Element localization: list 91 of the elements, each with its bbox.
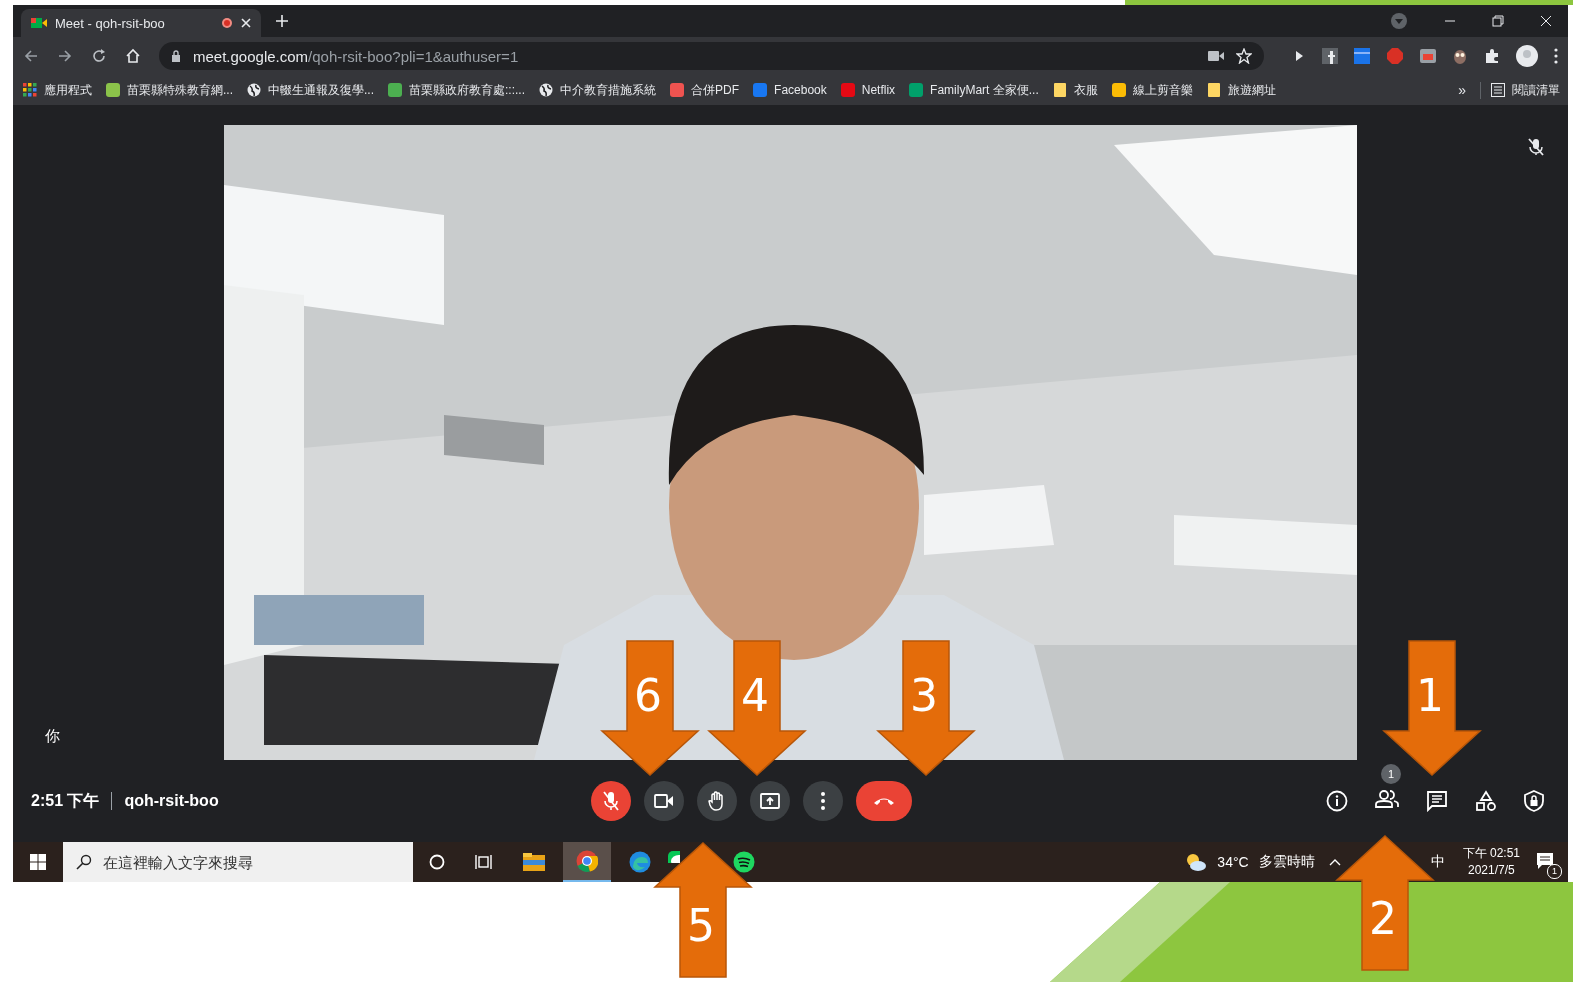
more-bookmarks-button[interactable]: » [1458, 82, 1466, 98]
taskbar-app[interactable] [563, 842, 611, 882]
folder-icon [1052, 82, 1067, 98]
present-screen-icon [760, 792, 780, 810]
mic-off-icon [1528, 138, 1544, 156]
temperature: 34°C [1217, 854, 1249, 870]
bookmark[interactable]: 旅遊網址 [1206, 81, 1276, 99]
browser-icon [576, 850, 598, 872]
menu-icon[interactable] [1554, 48, 1558, 64]
weather-icon[interactable] [1185, 853, 1208, 871]
callout-number: 3 [910, 670, 938, 721]
camera-button[interactable] [644, 781, 684, 821]
profile-icon[interactable] [1516, 45, 1538, 67]
browser-tab[interactable]: Meet - qoh-rsit-boo [21, 9, 261, 37]
clock-date[interactable]: 2021/7/5 [1467, 862, 1515, 879]
meeting-code: qoh-rsit-boo [124, 792, 219, 810]
bookmark[interactable]: 苗栗縣政府教育處:::... [388, 81, 526, 99]
shield-lock-icon[interactable] [1524, 790, 1544, 812]
puzzle-icon[interactable] [1484, 48, 1500, 64]
camera-icon[interactable] [1208, 50, 1224, 62]
input-method[interactable]: 中 [1430, 853, 1445, 871]
notification-count: 1 [1547, 863, 1562, 879]
chevron-up-icon[interactable] [1328, 858, 1341, 866]
shapes-icon[interactable] [1475, 790, 1497, 812]
chat-icon[interactable] [1426, 790, 1448, 812]
restore-icon[interactable] [1492, 15, 1504, 27]
bookmark[interactable]: Netflix [840, 83, 896, 97]
bookmark[interactable]: 線上剪音樂 [1111, 81, 1193, 99]
taskbar-search-field[interactable]: 在這裡輸入文字來搜尋 [63, 842, 413, 882]
reload-icon[interactable] [91, 48, 107, 64]
close-icon[interactable] [1540, 15, 1552, 27]
bookmark[interactable]: 合併PDF [670, 81, 740, 99]
globe-icon [539, 83, 554, 97]
callout-number: 6 [634, 670, 662, 721]
apps-grid-icon [23, 83, 37, 97]
leave-call-button[interactable] [856, 781, 912, 821]
folder-icon[interactable] [523, 853, 545, 871]
meeting-time: 2:51 下午 [31, 790, 100, 811]
more-options-button[interactable] [803, 781, 843, 821]
phone-hang-up-icon [873, 796, 895, 806]
callout-number: 5 [687, 900, 715, 951]
participant-count: 1 [1381, 764, 1401, 784]
home-icon[interactable] [125, 48, 141, 64]
clock-time[interactable]: 下午 02:51 [1462, 845, 1520, 862]
edge-icon[interactable] [629, 851, 651, 873]
raise-hand-button[interactable] [697, 781, 737, 821]
bookmark[interactable]: 苗栗縣特殊教育網... [106, 81, 233, 99]
globe-icon [247, 83, 261, 97]
video-camera-icon [654, 794, 674, 808]
owl-icon[interactable] [1452, 48, 1468, 64]
callout-number: 1 [1416, 670, 1444, 721]
bookmark[interactable]: 中輟生通報及復學... [247, 81, 375, 99]
weather-condition: 多雲時晴 [1258, 853, 1315, 871]
info-icon[interactable] [1326, 790, 1348, 812]
task-view-icon[interactable] [475, 854, 493, 870]
notification-icon[interactable] [1536, 851, 1554, 870]
tab-search-icon[interactable] [1390, 12, 1408, 30]
url-text: meet.google.com/qoh-rsit-boo?pli=1&authuser=1 [193, 47, 519, 65]
bookmark[interactable]: 應用程式 [23, 81, 92, 99]
lock-icon [171, 50, 181, 62]
close-icon[interactable] [241, 18, 251, 28]
list-icon [1491, 83, 1505, 97]
extension-icon[interactable] [1386, 47, 1404, 65]
tab-title: Meet - qoh-rsit-boo [55, 15, 166, 31]
star-icon[interactable] [1236, 48, 1252, 64]
microphone-icon [602, 791, 620, 811]
address-field[interactable]: meet.google.com/qoh-rsit-boo?pli=1&authuser=1 [159, 42, 1264, 70]
search-icon [76, 854, 92, 870]
participant-name: 你 [45, 727, 60, 746]
camera-logo-icon [31, 16, 47, 30]
bookmark[interactable]: 衣服 [1052, 81, 1098, 99]
new-tab-icon[interactable] [275, 14, 289, 28]
callout-number: 4 [741, 670, 769, 721]
present-screen-button[interactable] [750, 781, 790, 821]
extension-icon[interactable] [1322, 48, 1338, 64]
cortana-icon[interactable] [429, 854, 445, 870]
reading-list-button[interactable]: 閱讀清單 [1480, 81, 1560, 99]
hand-icon [708, 791, 726, 811]
chat-app-icon[interactable] [668, 851, 680, 863]
people-icon[interactable] [1375, 790, 1399, 808]
forward-icon[interactable] [57, 48, 73, 64]
callout-number: 2 [1369, 893, 1397, 944]
back-icon[interactable] [23, 48, 39, 64]
microphone-button[interactable] [591, 781, 631, 821]
more-vertical-icon [821, 792, 825, 810]
bookmark[interactable]: Facebook [753, 83, 827, 97]
windows-logo-icon[interactable] [30, 854, 46, 870]
music-app-icon[interactable] [733, 851, 755, 873]
folder-icon [1206, 82, 1221, 98]
bookmark[interactable]: FamilyMart 全家便... [909, 81, 1039, 99]
bookmark[interactable]: 中介教育措施系統 [539, 81, 657, 99]
